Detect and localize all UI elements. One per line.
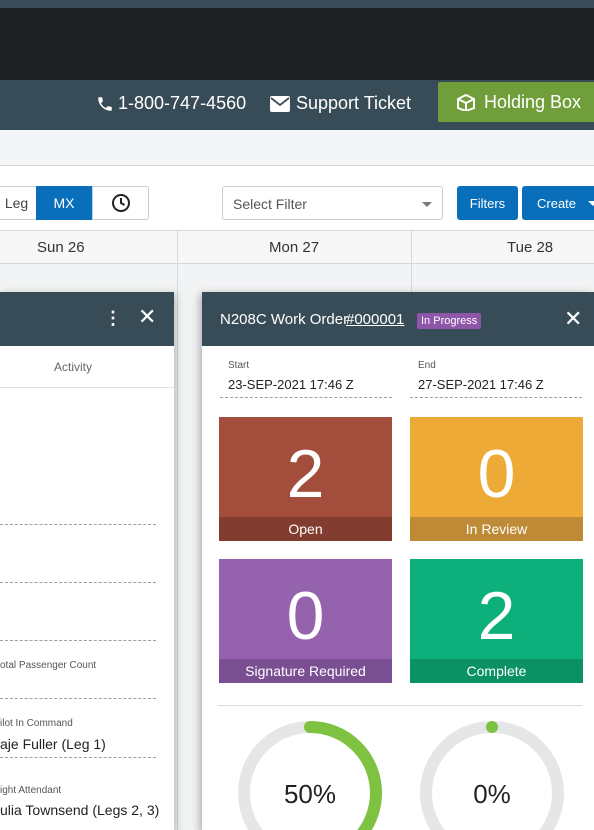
progress-gauge: 0% [420,720,564,830]
gauge-label: 50% [284,779,336,809]
gauge-label: 0% [473,779,511,809]
progress-gauge: 50% [238,721,382,830]
progress-gauges: 50% 0% [238,720,564,830]
